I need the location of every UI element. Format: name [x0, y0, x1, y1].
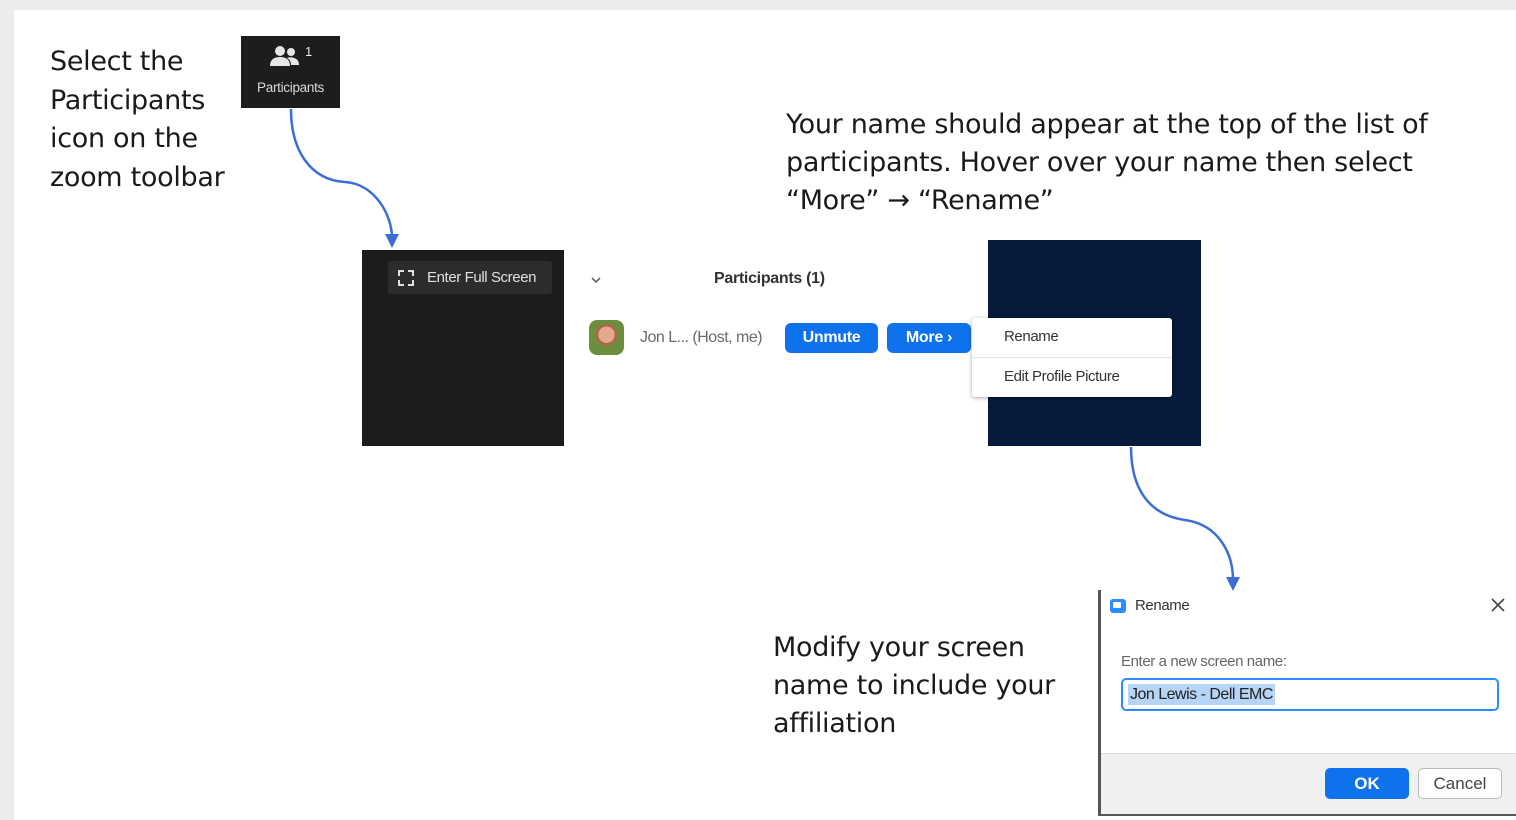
arrowhead-menu-to-dialog [1226, 577, 1240, 591]
arrowhead-toolbar-to-video [385, 234, 399, 248]
arrow-toolbar-to-video [289, 108, 394, 239]
connector-arrows [289, 108, 1240, 591]
arrow-menu-to-dialog [1129, 446, 1235, 581]
